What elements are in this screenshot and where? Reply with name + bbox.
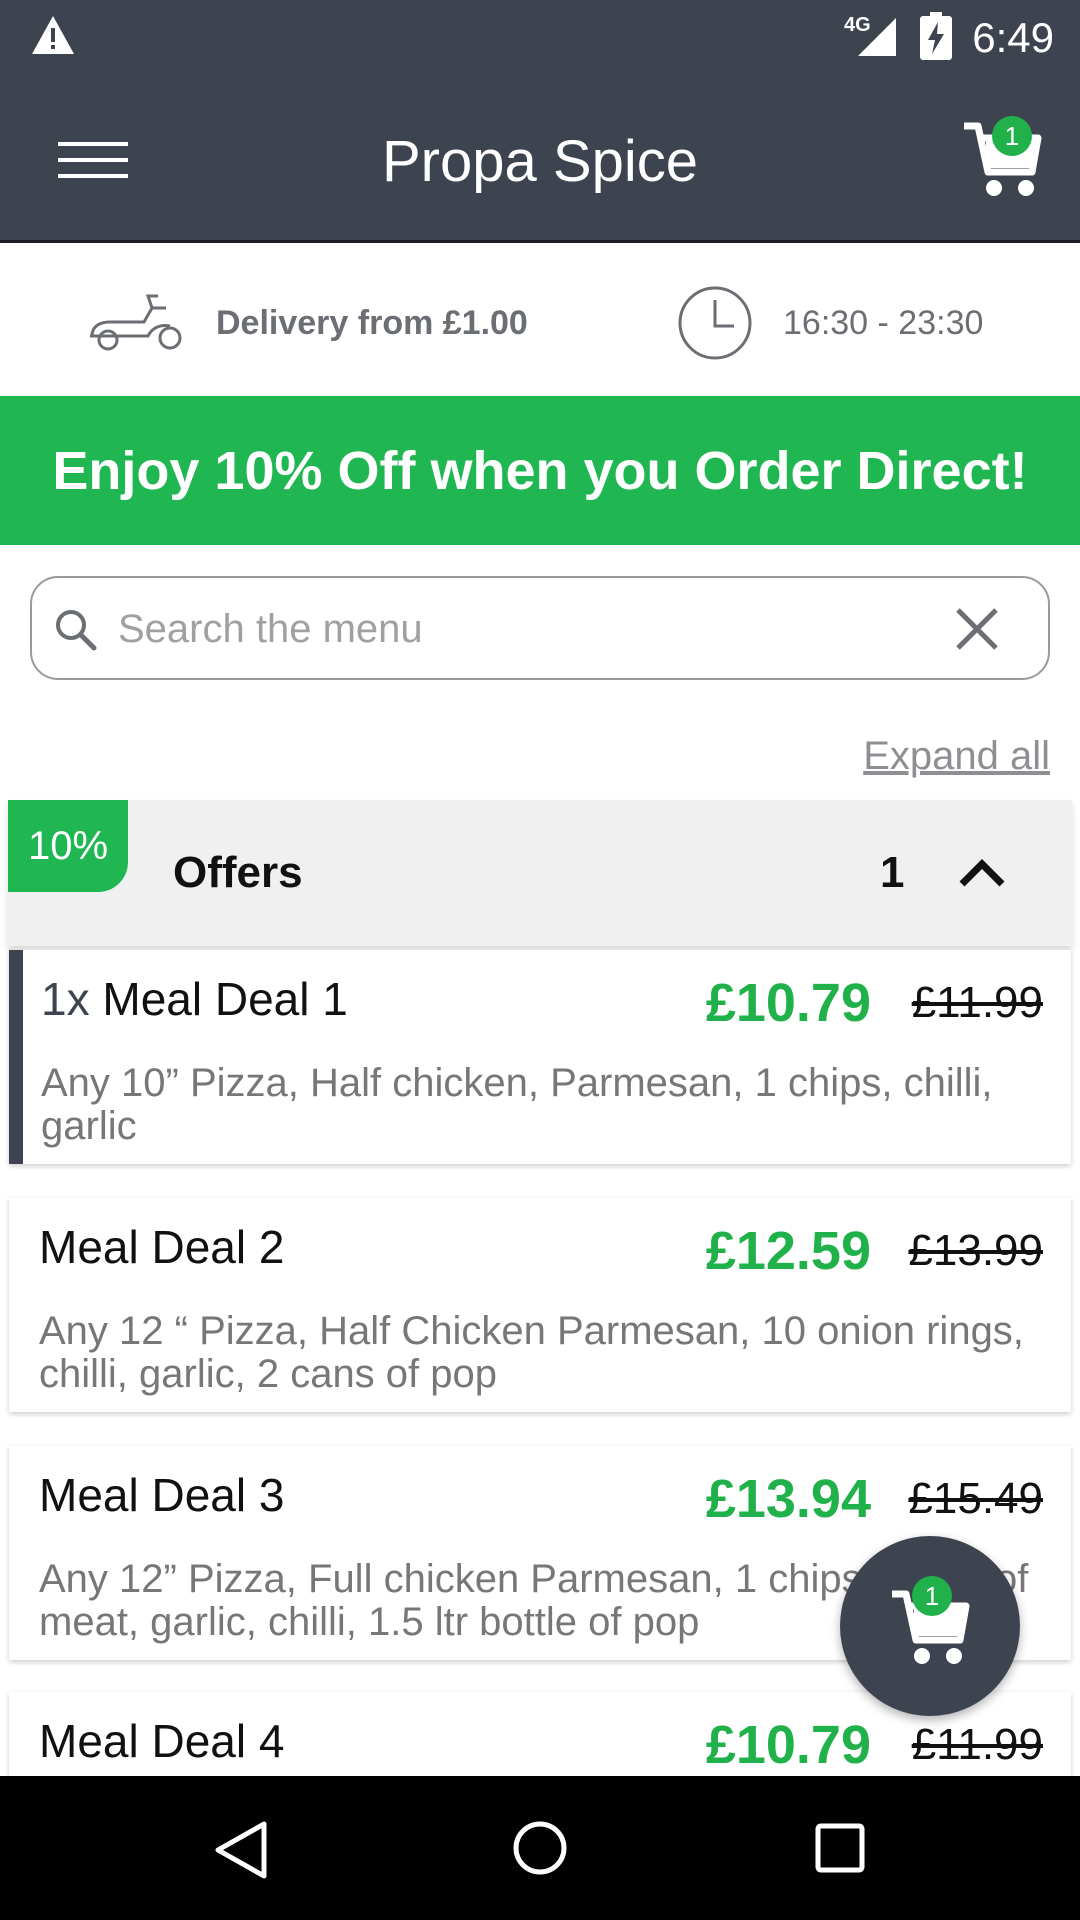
- battery-charging-icon: [920, 12, 952, 60]
- promo-text: Enjoy 10% Off when you Order Direct!: [52, 440, 1028, 501]
- item-price: £12.59: [705, 1221, 871, 1281]
- item-price: £13.94: [705, 1469, 871, 1529]
- recent-apps-icon[interactable]: [814, 1822, 866, 1874]
- menu-item-meal-deal-1[interactable]: 1x Meal Deal 1 £10.79 £11.99 Any 10” Piz…: [9, 950, 1071, 1164]
- item-old-price: £13.99: [908, 1226, 1043, 1275]
- item-title: 1x Meal Deal 1: [41, 972, 348, 1026]
- item-description: Any 10” Pizza, Half chicken, Parmesan, 1…: [41, 1061, 993, 1148]
- item-name: Meal Deal 2: [39, 1221, 285, 1273]
- cart-button[interactable]: 1: [962, 112, 1042, 202]
- item-name: Meal Deal 1: [102, 973, 348, 1025]
- search-icon: [56, 610, 97, 651]
- chevron-up-icon[interactable]: [958, 856, 1006, 888]
- home-icon[interactable]: [512, 1820, 568, 1876]
- item-price: £10.79: [705, 973, 871, 1033]
- cart-count-badge: 1: [992, 116, 1032, 156]
- clock-icon: [678, 286, 752, 360]
- expand-all-link[interactable]: Expand all: [863, 734, 1050, 779]
- item-name: Meal Deal 4: [39, 1715, 285, 1767]
- back-icon[interactable]: [212, 1820, 268, 1880]
- delivery-fee-label: Delivery from £1.00: [216, 304, 528, 342]
- opening-hours-label: 16:30 - 23:30: [783, 304, 984, 342]
- item-old-price: £11.99: [911, 978, 1043, 1027]
- scooter-icon: [90, 294, 182, 351]
- signal-icon: [858, 18, 896, 56]
- page-title: Propa Spice: [382, 129, 698, 194]
- item-description: Any 12 “ Pizza, Half Chicken Parmesan, 1…: [39, 1309, 1024, 1396]
- category-name: Offers: [173, 848, 303, 897]
- promo-banner: Enjoy 10% Off when you Order Direct!: [0, 396, 1080, 545]
- system-navigation-bar: [0, 1776, 1080, 1920]
- item-quantity: 1x: [41, 973, 90, 1025]
- cart-count-badge: 1: [912, 1576, 952, 1616]
- item-name: Meal Deal 3: [39, 1469, 285, 1521]
- discount-tag: 10%: [8, 800, 128, 892]
- category-item-count: 1: [880, 848, 905, 897]
- warning-icon: [32, 16, 74, 54]
- floating-cart-button[interactable]: 1: [840, 1536, 1020, 1716]
- category-header-offers[interactable]: 10% Offers 1: [8, 800, 1072, 946]
- app-header: 4G 6:49 Propa Spice 1: [0, 0, 1080, 243]
- clear-search-icon[interactable]: [954, 606, 1000, 652]
- menu-item-meal-deal-2[interactable]: Meal Deal 2 £12.59 £13.99 Any 12 “ Pizza…: [9, 1198, 1071, 1412]
- item-price: £10.79: [705, 1715, 871, 1775]
- status-time: 6:49: [972, 14, 1054, 61]
- item-old-price: £11.99: [911, 1720, 1043, 1769]
- search-box[interactable]: [30, 576, 1050, 680]
- search-input[interactable]: [118, 598, 918, 660]
- item-old-price: £15.49: [908, 1474, 1043, 1523]
